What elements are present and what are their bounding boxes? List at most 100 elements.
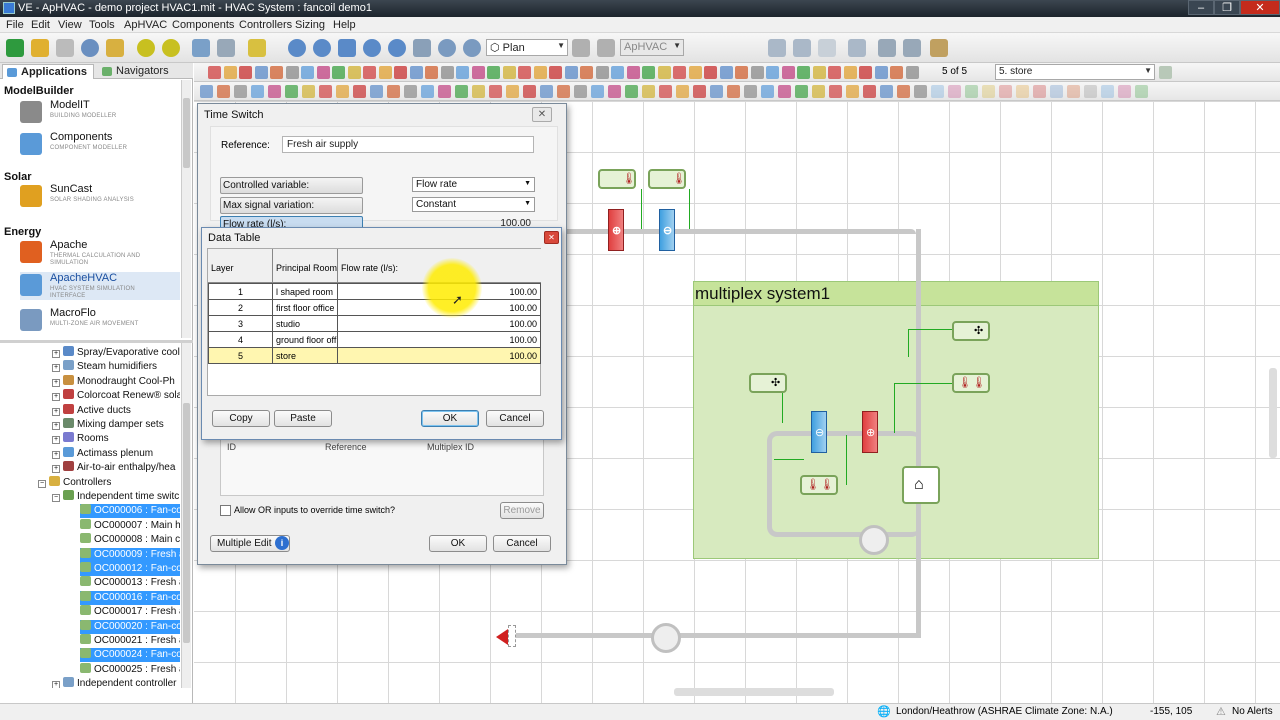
- component-tool-icon[interactable]: [797, 66, 810, 79]
- zoom-in-icon[interactable]: [313, 39, 331, 57]
- component-tool-icon[interactable]: [456, 66, 469, 79]
- drawing-tool-icon[interactable]: [914, 85, 927, 98]
- cell-layer[interactable]: 2: [208, 299, 273, 316]
- drawing-tool-icon[interactable]: [880, 85, 893, 98]
- reference-input[interactable]: Fresh air supply: [282, 136, 534, 153]
- layers-icon[interactable]: [248, 39, 266, 57]
- arrow-up-icon[interactable]: [768, 39, 786, 57]
- drawing-tool-icon[interactable]: [1118, 85, 1131, 98]
- component-tool-icon[interactable]: [425, 66, 438, 79]
- cell-flow-rate[interactable]: 100.00: [337, 347, 541, 364]
- scroll-thumb[interactable]: [183, 98, 190, 168]
- drawing-tool-icon[interactable]: [693, 85, 706, 98]
- drawing-tool-icon[interactable]: [506, 85, 519, 98]
- ok-button[interactable]: OK: [429, 535, 487, 552]
- component-tool-icon[interactable]: [611, 66, 624, 79]
- drawing-tool-icon[interactable]: [659, 85, 672, 98]
- menu-aphvac[interactable]: ApHVAC: [124, 19, 167, 31]
- cell-layer[interactable]: 5: [208, 347, 273, 364]
- menu-view[interactable]: View: [58, 19, 82, 31]
- component-tool-icon[interactable]: [549, 66, 562, 79]
- drawing-tool-icon[interactable]: [999, 85, 1012, 98]
- component-tool-icon[interactable]: [905, 66, 919, 79]
- expand-icon[interactable]: +: [52, 465, 60, 474]
- table-icon[interactable]: [217, 39, 235, 57]
- tree-controller-item[interactable]: OC000006 : Fan-coi: [80, 504, 180, 519]
- cell-layer[interactable]: 1: [208, 283, 273, 300]
- sensor-component[interactable]: 🌡: [598, 169, 636, 189]
- drawing-tool-icon[interactable]: [897, 85, 910, 98]
- fan-wheel[interactable]: [651, 623, 681, 653]
- tab-applications[interactable]: Applications: [2, 64, 95, 79]
- snap-icon[interactable]: [597, 39, 615, 57]
- table-row[interactable]: 1l shaped room 100.00: [208, 283, 541, 300]
- sensor-component[interactable]: 🌡🌡: [952, 373, 990, 393]
- cell-room[interactable]: studio: [272, 315, 338, 332]
- app-apache[interactable]: Apache THERMAL CALCULATION AND SIMULATION: [20, 239, 180, 267]
- tree-item[interactable]: − Independent time switc: [52, 490, 179, 504]
- drawing-tool-icon[interactable]: [234, 85, 247, 98]
- tree-item[interactable]: + Rooms: [52, 432, 109, 446]
- zoom-fit-icon[interactable]: [388, 39, 406, 57]
- tree-controller-item[interactable]: OC000008 : Main co: [80, 533, 180, 547]
- component-tool-icon[interactable]: [781, 66, 795, 79]
- component-tool-icon[interactable]: [518, 66, 531, 79]
- component-tool-icon[interactable]: [580, 66, 593, 79]
- drawing-tool-icon[interactable]: [285, 85, 298, 98]
- expand-icon[interactable]: +: [52, 407, 60, 416]
- drawing-tool-icon[interactable]: [642, 85, 655, 98]
- component-tool-icon[interactable]: [657, 66, 671, 79]
- tools-icon[interactable]: [930, 39, 948, 57]
- tree-controller-item[interactable]: OC000020 : Fan-coi: [80, 619, 180, 634]
- component-tool-icon[interactable]: [595, 66, 609, 79]
- tab-navigators[interactable]: Navigators: [98, 64, 175, 79]
- zoom-icon[interactable]: [288, 39, 306, 57]
- tree-item[interactable]: + Steam humidifiers: [52, 360, 157, 374]
- minimize-button[interactable]: –: [1188, 0, 1214, 15]
- canvas-vscroll[interactable]: [1269, 368, 1277, 458]
- cell-room[interactable]: store: [272, 347, 338, 364]
- component-tool-icon[interactable]: [378, 66, 392, 79]
- component-tool-icon[interactable]: [487, 66, 500, 79]
- app-section-solar[interactable]: Solar: [4, 171, 32, 183]
- drawing-tool-icon[interactable]: [795, 85, 808, 98]
- tree-item[interactable]: + Independent controller: [52, 677, 177, 688]
- component-tool-icon[interactable]: [890, 66, 903, 79]
- tree-scrollbar[interactable]: [181, 343, 191, 688]
- drawing-tool-icon[interactable]: [965, 85, 978, 98]
- drawing-tool-icon[interactable]: [302, 85, 315, 98]
- drawing-tool-icon[interactable]: [1050, 85, 1063, 98]
- app-modelit[interactable]: ModelIT BUILDING MODELLER: [20, 99, 180, 127]
- document-icon[interactable]: [818, 39, 836, 57]
- app-section-modelbuilder[interactable]: ModelBuilder: [4, 85, 74, 97]
- drawing-tool-icon[interactable]: [472, 85, 485, 98]
- tree-item[interactable]: − Controllers: [38, 475, 111, 490]
- drawing-tool-icon[interactable]: [1016, 85, 1029, 98]
- expand-icon[interactable]: −: [52, 494, 60, 502]
- component-tool-icon[interactable]: [270, 66, 283, 79]
- module-select[interactable]: ApHVAC ▼: [620, 39, 684, 56]
- drawing-tool-icon[interactable]: [200, 85, 213, 98]
- tree-controller-item[interactable]: OC000012 : Fan-coi: [80, 562, 180, 576]
- drawing-tool-icon[interactable]: [353, 85, 366, 98]
- apps-scrollbar[interactable]: [181, 80, 191, 338]
- drawing-tool-icon[interactable]: [387, 85, 400, 98]
- info-icon[interactable]: i: [275, 536, 289, 550]
- tree-controller-item[interactable]: OC000016 : Fan-coi: [80, 590, 180, 605]
- simulate-icon[interactable]: [137, 39, 155, 57]
- expand-icon[interactable]: +: [52, 681, 60, 688]
- drawing-tool-icon[interactable]: [778, 85, 791, 98]
- component-tool-icon[interactable]: [859, 66, 872, 79]
- cell-flow-rate[interactable]: 100.00: [337, 331, 541, 348]
- model-icon[interactable]: [106, 39, 124, 57]
- expand-icon[interactable]: +: [52, 350, 60, 358]
- component-tool-icon[interactable]: [254, 66, 268, 79]
- pan-icon[interactable]: [413, 39, 431, 57]
- component-tool-icon[interactable]: [533, 66, 547, 79]
- network-icon[interactable]: [192, 39, 210, 57]
- drawing-tool-icon[interactable]: [404, 85, 417, 98]
- drawing-tool-icon[interactable]: [540, 85, 553, 98]
- drawing-tool-icon[interactable]: [336, 85, 349, 98]
- drawing-tool-icon[interactable]: [812, 85, 825, 98]
- expand-icon[interactable]: +: [52, 364, 60, 373]
